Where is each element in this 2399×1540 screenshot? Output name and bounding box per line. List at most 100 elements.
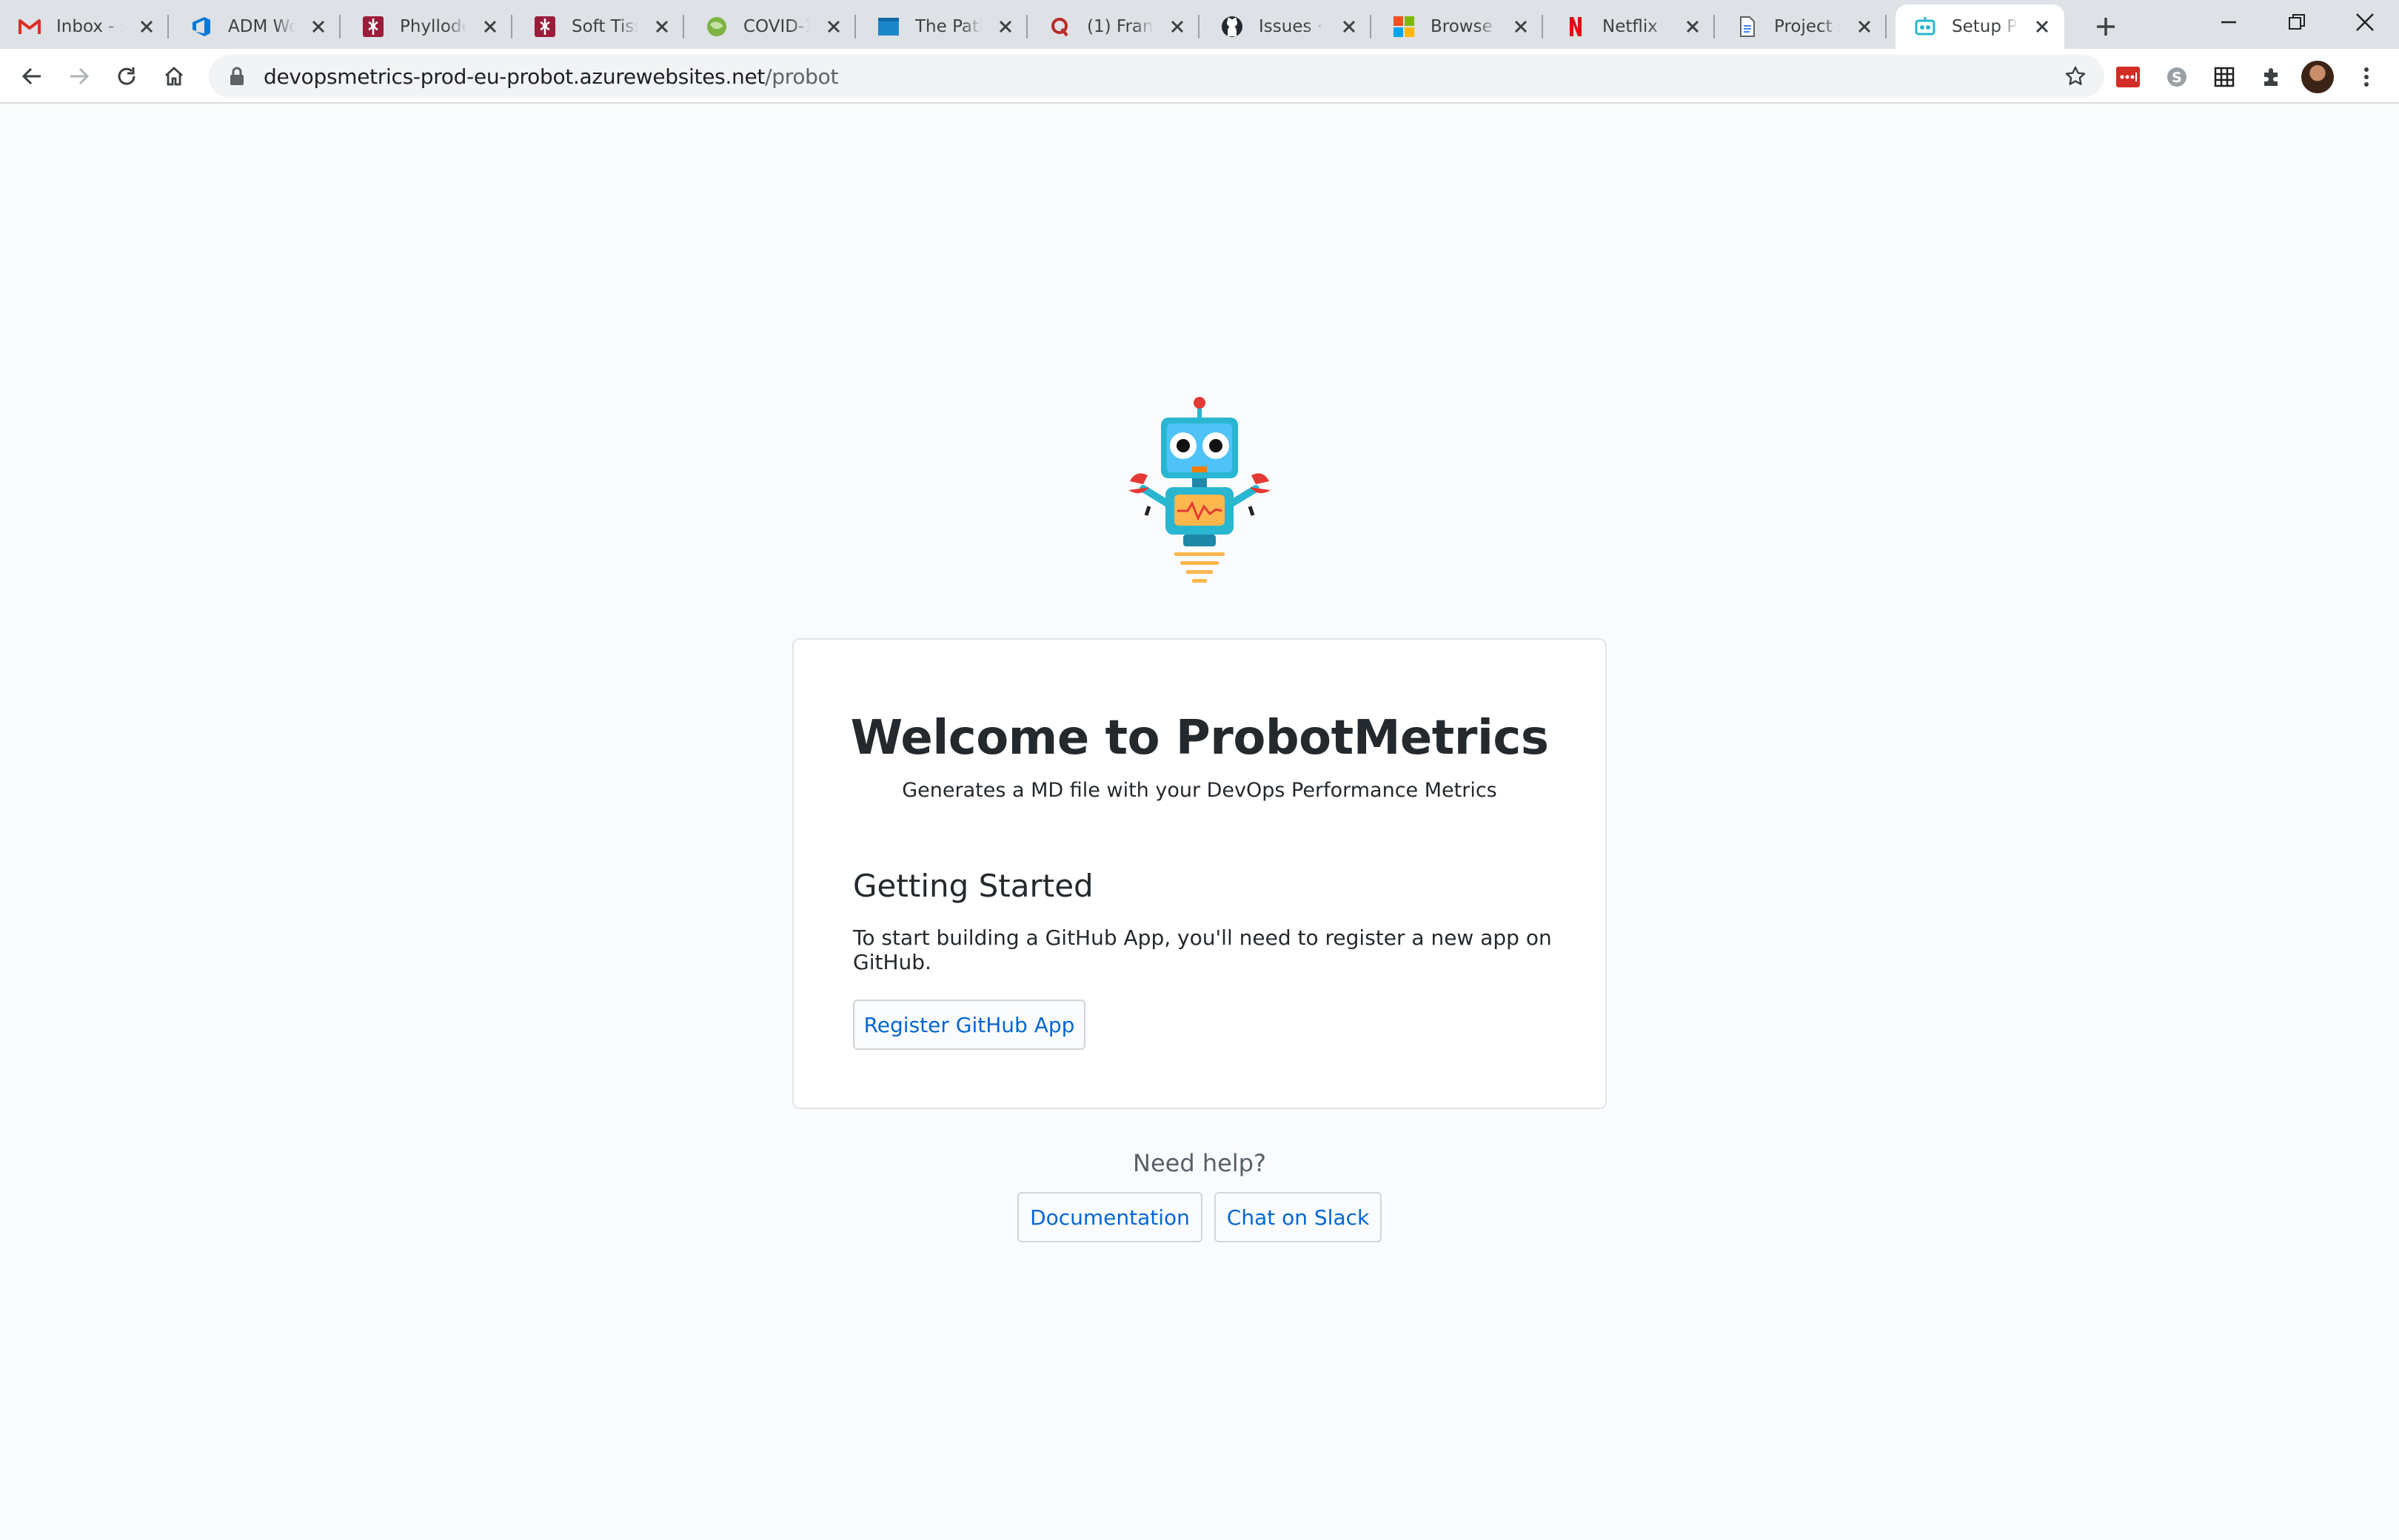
page-subtitle: Generates a MD file with your DevOps Per…	[902, 779, 1497, 802]
back-button[interactable]	[15, 59, 49, 93]
tab-separator	[683, 15, 684, 38]
browser-toolbar: devopsmetrics-prod-eu-probot.azurewebsit…	[0, 49, 2399, 104]
need-help-heading: Need help?	[1133, 1149, 1266, 1177]
minimize-icon	[2221, 21, 2236, 24]
tab-title: Project su	[1774, 17, 1841, 36]
table-extension-icon[interactable]	[2209, 62, 2239, 92]
blue-square-icon	[877, 15, 900, 38]
tab-separator	[854, 15, 856, 38]
tab-separator	[167, 15, 169, 38]
robot-icon	[1913, 15, 1937, 38]
document-icon	[1736, 15, 1759, 38]
tab-close-icon[interactable]	[1165, 15, 1189, 38]
gmail-icon	[18, 15, 41, 38]
tab-separator	[1713, 15, 1715, 38]
browser-tab-2[interactable]: Phyllodes	[344, 4, 512, 49]
tab-separator	[1370, 15, 1371, 38]
page-content: Welcome to ProbotMetrics Generates a MD …	[0, 105, 2399, 1540]
tab-title: Setup Pro	[1952, 17, 2018, 36]
tab-title: COVID-19	[743, 17, 810, 36]
url-text[interactable]: devopsmetrics-prod-eu-probot.azurewebsit…	[264, 64, 838, 89]
browser-tab-6[interactable]: (1) Frankl	[1031, 4, 1200, 49]
tab-title: The Path	[915, 17, 982, 36]
tab-close-icon[interactable]	[994, 15, 1017, 38]
github-icon	[1220, 15, 1244, 38]
tab-close-icon[interactable]	[1337, 15, 1361, 38]
welcome-card: Welcome to ProbotMetrics Generates a MD …	[792, 638, 1607, 1109]
getting-started-text: To start building a GitHub App, you'll n…	[853, 925, 1552, 974]
browser-tab-7[interactable]: Issues · sa	[1202, 4, 1371, 49]
tab-separator	[511, 15, 512, 38]
tab-close-icon[interactable]	[1509, 15, 1533, 38]
plus-icon	[2097, 18, 2115, 36]
page-title: Welcome to ProbotMetrics	[850, 711, 1549, 766]
browser-tab-4[interactable]: COVID-19	[687, 4, 856, 49]
tab-close-icon[interactable]	[307, 15, 330, 38]
tab-separator	[339, 15, 341, 38]
minimize-button[interactable]	[2195, 0, 2263, 44]
probot-robot-logo	[1128, 397, 1271, 583]
browser-tab-3[interactable]: Soft Tissu	[515, 4, 684, 49]
reload-button[interactable]	[110, 59, 144, 93]
address-bar[interactable]: devopsmetrics-prod-eu-probot.azurewebsit…	[209, 55, 2104, 98]
tab-close-icon[interactable]	[2030, 15, 2054, 38]
quora-icon	[1048, 15, 1072, 38]
profile-avatar[interactable]	[2301, 61, 2334, 93]
tab-close-icon[interactable]	[478, 15, 502, 38]
restore-icon	[2289, 14, 2305, 30]
medical-site-icon	[361, 15, 385, 38]
tab-title: (1) Frankl	[1087, 17, 1154, 36]
tab-title: Phyllodes	[400, 17, 466, 36]
browser-tab-5[interactable]: The Path	[859, 4, 1028, 49]
netflix-icon	[1564, 15, 1587, 38]
bookmark-star-icon[interactable]	[2063, 64, 2088, 89]
more-menu-icon[interactable]	[2352, 62, 2381, 92]
tab-close-icon[interactable]	[1681, 15, 1704, 38]
tab-title: ADM Wor	[228, 17, 295, 36]
reload-icon	[118, 67, 135, 85]
home-icon	[165, 67, 183, 86]
browser-tab-1[interactable]: ADM Wor	[172, 4, 341, 49]
tab-separator	[1026, 15, 1028, 38]
tab-close-icon[interactable]	[650, 15, 674, 38]
back-arrow-icon	[21, 67, 41, 85]
browser-tab-0[interactable]: Inbox - sa	[0, 4, 169, 49]
chat-on-slack-button[interactable]: Chat on Slack	[1214, 1192, 1382, 1242]
documentation-button[interactable]: Documentation	[1017, 1192, 1202, 1242]
restore-button[interactable]	[2263, 0, 2331, 44]
microsoft-icon	[1392, 15, 1416, 38]
close-window-button[interactable]	[2331, 0, 2399, 44]
tab-separator	[1885, 15, 1887, 38]
lastpass-extension-icon[interactable]	[2113, 62, 2143, 92]
tab-separator	[1542, 15, 1543, 38]
url-path: /probot	[765, 64, 839, 89]
tab-close-icon[interactable]	[822, 15, 846, 38]
browser-tab-11-active[interactable]: Setup Pro	[1896, 4, 2064, 49]
browser-tab-8[interactable]: Browse al	[1374, 4, 1543, 49]
close-icon	[2356, 13, 2374, 31]
tab-close-icon[interactable]	[1853, 15, 1876, 38]
url-host: devopsmetrics-prod-eu-probot.azurewebsit…	[264, 64, 766, 89]
tab-title: Soft Tissu	[572, 17, 638, 36]
getting-started-heading: Getting Started	[853, 868, 1094, 904]
globe-icon	[705, 15, 729, 38]
browser-tab-10[interactable]: Project su	[1718, 4, 1887, 49]
tab-title: Browse al	[1431, 17, 1497, 36]
new-tab-button[interactable]	[2088, 9, 2124, 44]
tab-title: Netflix	[1602, 17, 1658, 36]
tab-separator	[1198, 15, 1200, 38]
tab-close-icon[interactable]	[135, 15, 158, 38]
tab-title: Issues · sa	[1259, 17, 1325, 36]
medical-site-icon	[533, 15, 557, 38]
extensions-puzzle-icon[interactable]	[2257, 62, 2286, 92]
svg-text:S: S	[2172, 70, 2182, 86]
forward-button[interactable]	[62, 59, 96, 93]
home-button[interactable]	[157, 59, 191, 93]
register-github-app-button[interactable]: Register GitHub App	[853, 1000, 1085, 1050]
forward-arrow-icon	[70, 67, 90, 85]
tab-title: Inbox - sa	[56, 17, 123, 36]
tab-strip: Inbox - sa ADM Wor Phyllodes Soft Tissu …	[0, 0, 2399, 49]
browser-tab-9[interactable]: Netflix	[1546, 4, 1715, 49]
skype-extension-icon[interactable]: S	[2162, 62, 2192, 92]
lock-icon[interactable]	[227, 66, 247, 87]
